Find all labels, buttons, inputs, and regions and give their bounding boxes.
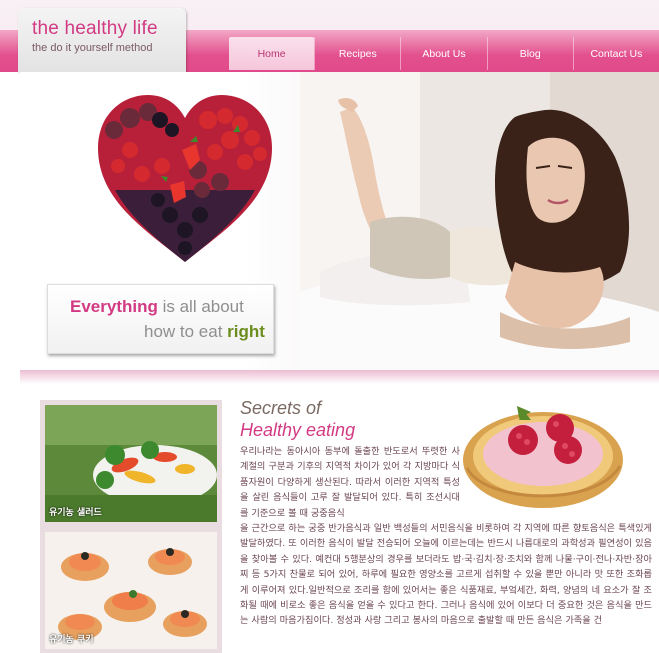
page: the healthy life the do it yourself meth… (0, 0, 659, 653)
slogan-everything: Everything (70, 297, 158, 316)
nav-about-us[interactable]: About Us (400, 37, 486, 70)
slogan-right: right (227, 322, 265, 341)
header: the healthy life the do it yourself meth… (0, 0, 659, 72)
article-title-line-2: Healthy eating (240, 420, 356, 440)
berry-heart-image (98, 95, 272, 262)
hero-bottom-glow (20, 370, 659, 384)
woman-on-bed-photo (300, 72, 659, 378)
nav-home[interactable]: Home (229, 37, 315, 70)
thumb-canape[interactable]: 유기농 쿠키 (45, 532, 217, 649)
logo-title: the healthy life (32, 18, 158, 39)
article-title-line-1: Secrets of (240, 398, 322, 418)
article-paragraph-bottom: 을 근간으로 하는 궁중 반가음식과 일반 백성들의 서민음식을 비롯하여 각 … (240, 523, 652, 627)
logo-subtitle: the do it yourself method (32, 42, 153, 54)
slogan-rest-2: how to eat (144, 322, 228, 341)
slogan-line-2: how to eat right (144, 322, 265, 342)
sidebar-thumbnails: 유기농 샐러드 유기농 쿠키 (40, 400, 222, 653)
thumb-caption: 유기농 샐러드 (49, 508, 102, 518)
thumb-salad[interactable]: 유기농 샐러드 (45, 405, 217, 522)
article-body: 우리나라는 동아시아 동부에 돌출한 반도로서 뚜렷한 사계절의 구분과 기후의… (240, 444, 656, 629)
main-nav: Home Recipes About Us Blog Contact Us (229, 37, 659, 70)
slogan-line-1: Everything is all about (70, 297, 244, 317)
nav-contact-us[interactable]: Contact Us (572, 37, 659, 70)
hero-slogan-box: Everything is all about how to eat right (47, 284, 274, 354)
site-logo[interactable]: the healthy life the do it yourself meth… (18, 8, 186, 72)
nav-recipes[interactable]: Recipes (314, 37, 400, 70)
thumb-caption: 유기농 쿠키 (49, 635, 94, 645)
hero-banner: Everything is all about how to eat right (20, 72, 659, 378)
nav-blog[interactable]: Blog (486, 37, 573, 70)
slogan-rest-1: is all about (157, 297, 244, 316)
article-paragraph-top: 우리나라는 동아시아 동부에 돌출한 반도로서 뚜렷한 사계절의 구분과 기후의… (240, 446, 460, 519)
